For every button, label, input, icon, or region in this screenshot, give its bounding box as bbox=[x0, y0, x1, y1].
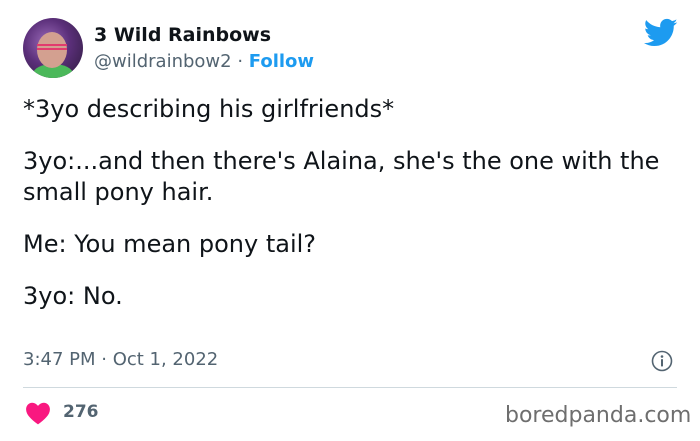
tweet-line: 3yo: No. bbox=[23, 282, 123, 310]
author-handle-line: @wildrainbow2 · Follow bbox=[94, 51, 314, 72]
info-icon[interactable] bbox=[651, 350, 673, 372]
twitter-bird-icon[interactable] bbox=[644, 18, 678, 48]
tweet-timestamp[interactable]: 3:47 PM · Oct 1, 2022 bbox=[23, 349, 218, 370]
like-count: 276 bbox=[63, 402, 99, 422]
heart-icon[interactable] bbox=[25, 401, 51, 425]
tweet-card: 3 Wild Rainbows @wildrainbow2 · Follow *… bbox=[0, 0, 700, 441]
avatar-face bbox=[37, 32, 67, 68]
tweet-line: 3yo:...and then there's Alaina, she's th… bbox=[23, 147, 660, 206]
handle-separator: · bbox=[231, 51, 249, 72]
avatar-glasses bbox=[37, 44, 67, 50]
follow-button[interactable]: Follow bbox=[249, 51, 314, 72]
tweet-line: *3yo describing his girlfriends* bbox=[23, 95, 395, 123]
author-display-name[interactable]: 3 Wild Rainbows bbox=[94, 24, 271, 46]
tweet-line: Me: You mean pony tail? bbox=[23, 230, 317, 258]
tweet-text: *3yo describing his girlfriends* 3yo:...… bbox=[23, 94, 673, 333]
watermark: boredpanda.com bbox=[505, 403, 692, 428]
avatar[interactable] bbox=[23, 18, 83, 78]
divider bbox=[23, 387, 677, 388]
author-handle[interactable]: @wildrainbow2 bbox=[94, 51, 232, 72]
